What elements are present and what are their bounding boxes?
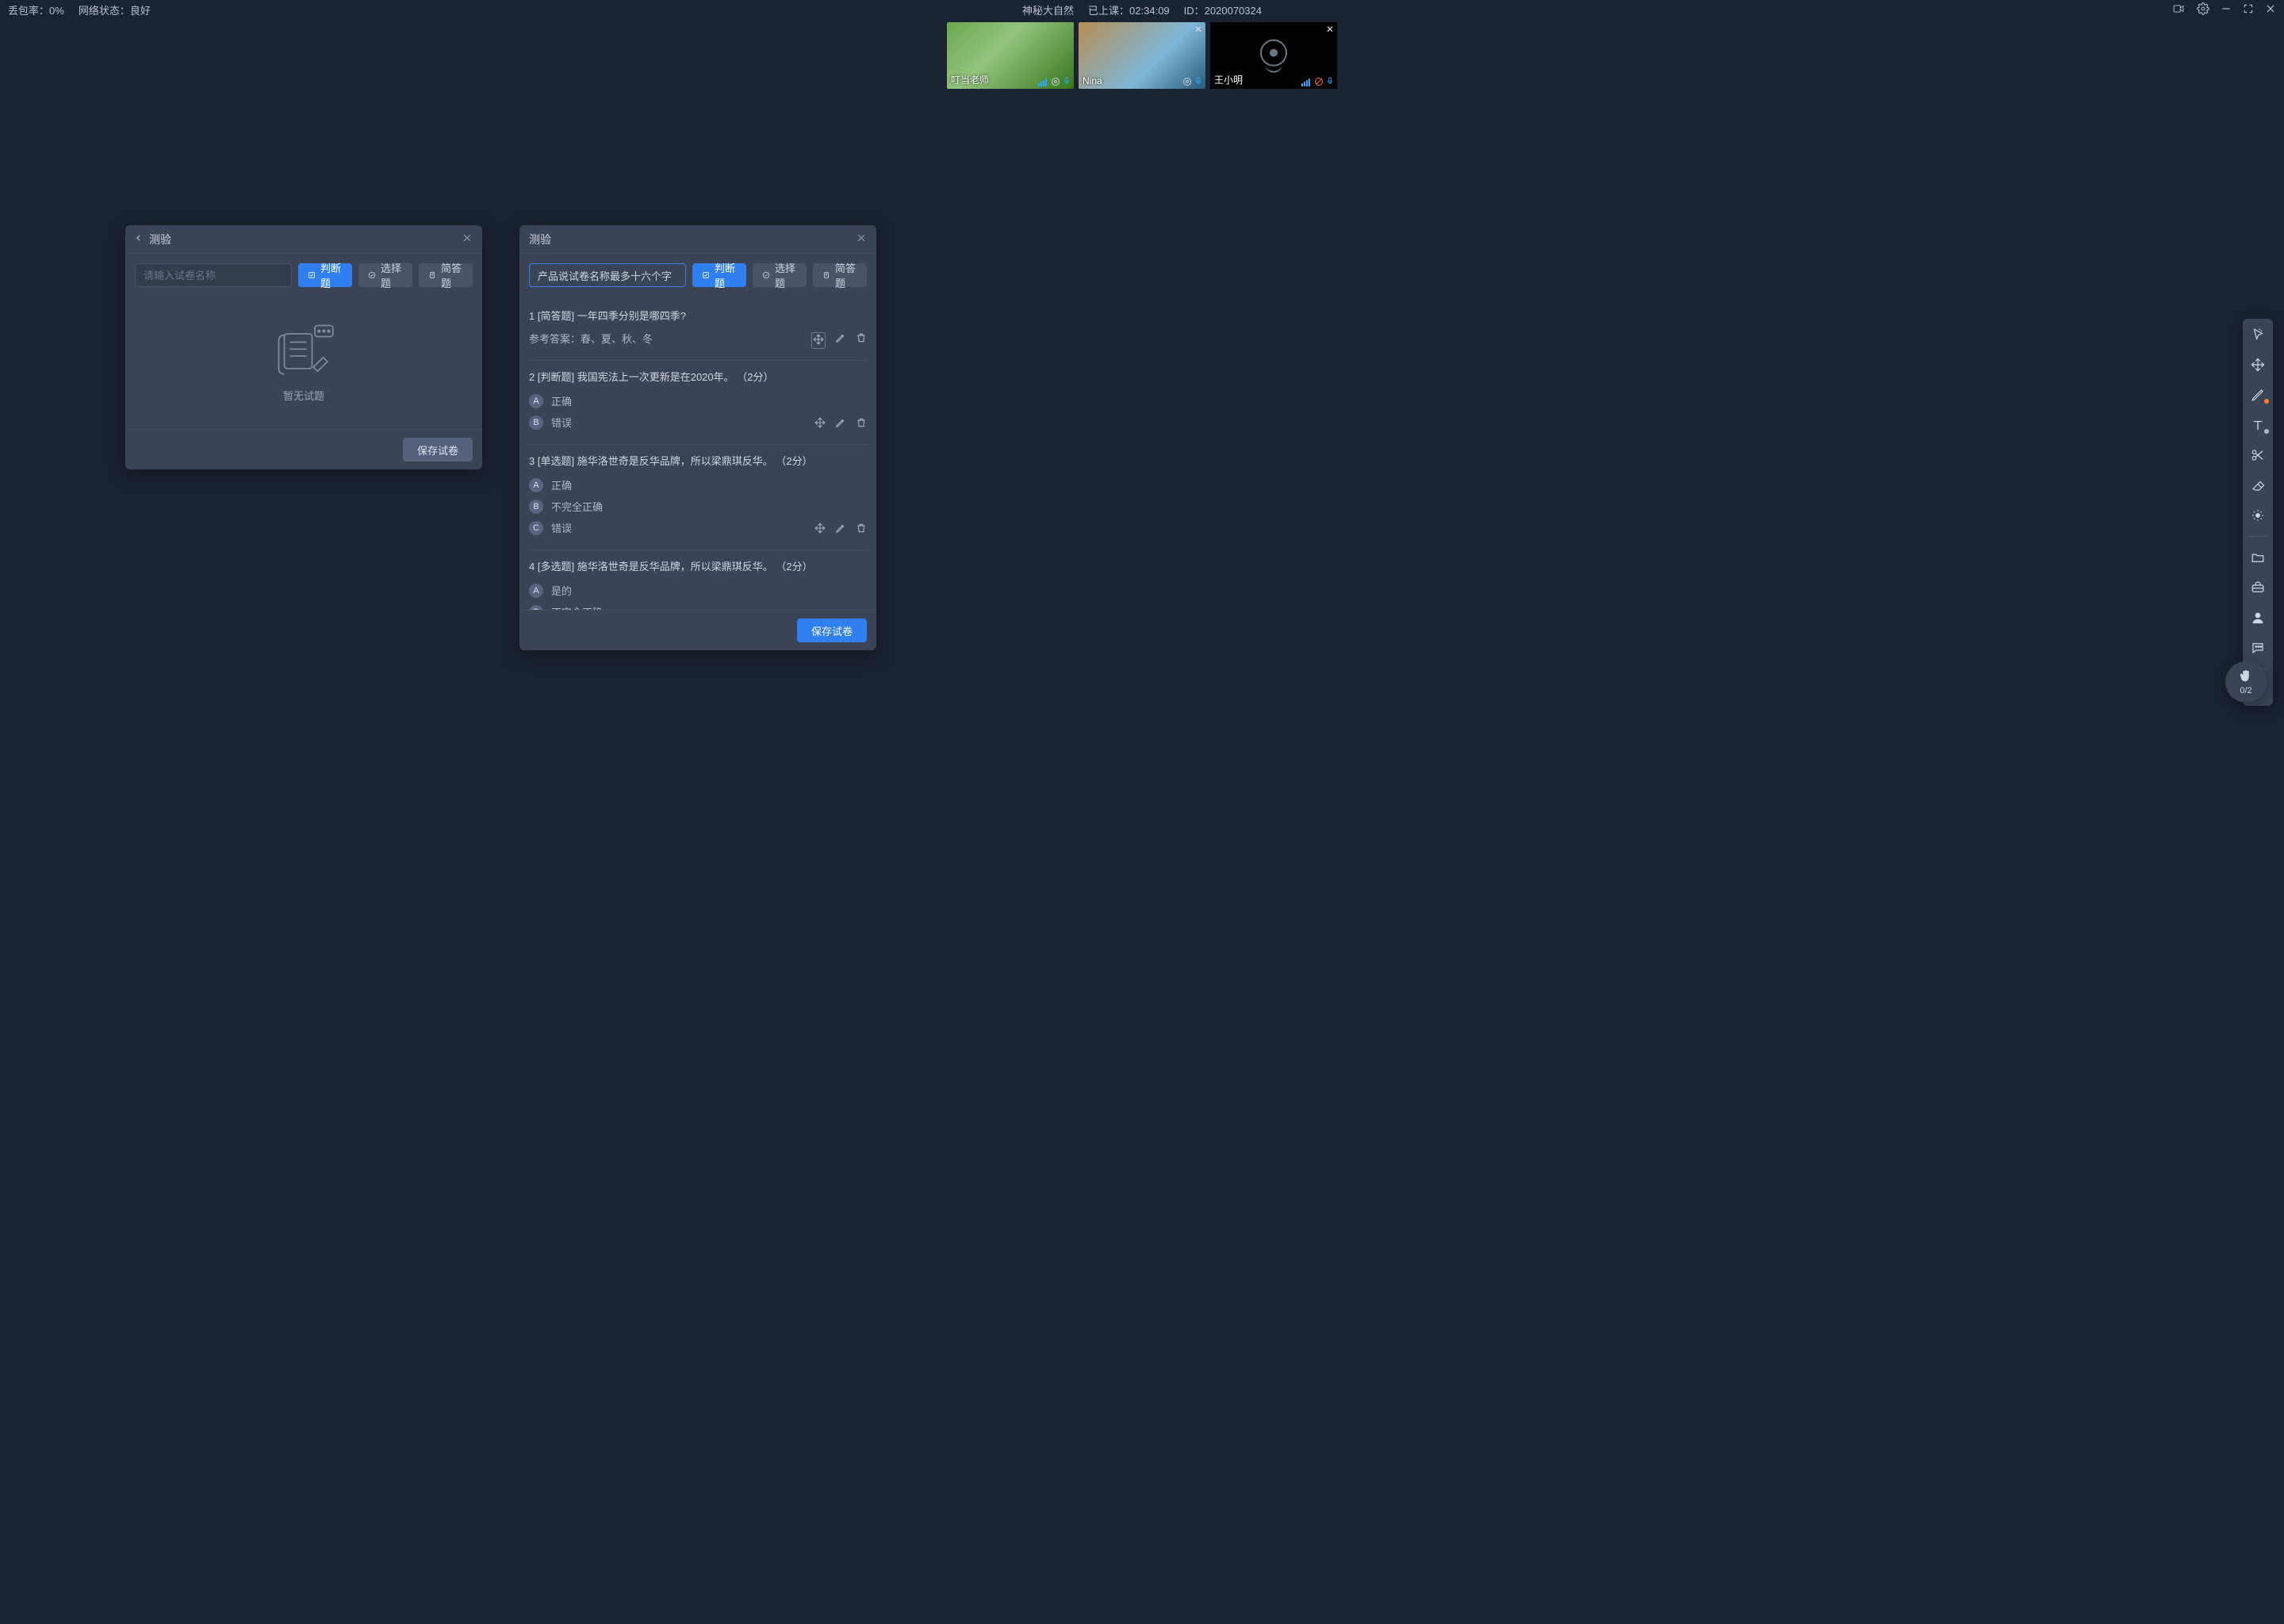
delete-icon[interactable] [856, 523, 867, 536]
elapsed-time: 已上课：02:34:09 [1088, 2, 1170, 17]
participant-name: Nina [1083, 75, 1102, 86]
video-tile[interactable]: ✕ Nina [1079, 22, 1205, 89]
move-icon[interactable] [811, 332, 826, 349]
move-icon[interactable] [814, 417, 826, 431]
brightness-icon[interactable] [2248, 506, 2267, 525]
network-status: 网络状态：良好 [79, 2, 151, 17]
quiz-panel-empty: 测验 判断题 选择题 简答题 [125, 225, 482, 469]
main-area: 测验 判断题 选择题 简答题 [0, 90, 2284, 1624]
tab-choice[interactable]: 选择题 [358, 263, 412, 287]
question-option[interactable]: A正确 [529, 474, 867, 496]
back-icon[interactable] [135, 232, 143, 246]
question-option[interactable]: C错误 [529, 517, 814, 538]
empty-state: 暂无试题 [125, 297, 482, 429]
right-toolbar [2243, 319, 2273, 706]
question-item: 4 [多选题] 施华洛世奇是反华品牌，所以梁鼎琪反华。 （2分） A是的 B不完… [529, 550, 867, 610]
question-item: 3 [单选题] 施华洛世奇是反华品牌，所以梁鼎琪反华。 （2分） A正确 B不完… [529, 445, 867, 550]
close-window-icon[interactable] [2265, 3, 2276, 17]
tab-short[interactable]: 简答题 [419, 263, 473, 287]
close-panel-icon[interactable] [856, 232, 867, 246]
hand-raise-count: 0/2 [2240, 686, 2251, 695]
participant-name: 王小明 [1214, 73, 1243, 86]
session-id: ID：2020070324 [1184, 2, 1262, 17]
mic-icon [1194, 75, 1202, 86]
camera-off-small-icon [1314, 77, 1324, 86]
hand-raise-button[interactable]: 0/2 [2225, 661, 2267, 703]
minimize-icon[interactable] [2221, 3, 2232, 17]
camera-toggle-icon[interactable] [2171, 3, 2186, 17]
move-tool-icon[interactable] [2248, 355, 2267, 374]
close-panel-icon[interactable] [462, 232, 473, 246]
chat-icon[interactable] [2248, 638, 2267, 657]
camera-icon [1051, 77, 1060, 86]
mic-icon [1326, 75, 1334, 86]
question-option[interactable]: A正确 [529, 390, 867, 412]
empty-text: 暂无试题 [283, 388, 324, 403]
question-item: 1 [简答题] 一年四季分别是哪四季? 参考答案：春、夏、秋、冬 [529, 300, 867, 361]
delete-icon[interactable] [856, 417, 867, 431]
folder-icon[interactable] [2248, 548, 2267, 567]
tab-choice[interactable]: 选择题 [753, 263, 807, 287]
mic-icon [1063, 75, 1071, 86]
fullscreen-icon[interactable] [2243, 3, 2254, 17]
settings-icon[interactable] [2197, 2, 2209, 17]
quiz-name-input[interactable] [529, 263, 686, 287]
question-option[interactable]: B错误 [529, 412, 814, 433]
move-icon[interactable] [814, 523, 826, 536]
edit-icon[interactable] [835, 332, 846, 349]
question-list[interactable]: 1 [简答题] 一年四季分别是哪四季? 参考答案：春、夏、秋、冬 [519, 297, 876, 610]
video-tile[interactable]: 叮当老师 [947, 22, 1074, 89]
delete-icon[interactable] [856, 332, 867, 349]
camera-off-icon [1260, 40, 1287, 67]
toolbox-icon[interactable] [2248, 578, 2267, 597]
panel-title: 测验 [529, 232, 856, 247]
camera-icon [1182, 77, 1192, 86]
video-tiles: 叮当老师 ✕ Nina ✕ 王小明 [0, 19, 2284, 90]
save-quiz-button[interactable]: 保存试卷 [797, 619, 867, 642]
eraser-tool-icon[interactable] [2248, 476, 2267, 495]
toolbar-separator [2248, 536, 2267, 537]
text-tool-icon[interactable] [2248, 416, 2267, 435]
packet-loss: 丢包率：0% [8, 2, 64, 17]
pen-tool-icon[interactable] [2248, 385, 2267, 404]
close-icon[interactable]: ✕ [1194, 24, 1202, 35]
course-title: 神秘大自然 [1022, 2, 1074, 17]
tab-judge[interactable]: 判断题 [692, 263, 746, 287]
pointer-tool-icon[interactable] [2248, 325, 2267, 344]
tab-short[interactable]: 简答题 [813, 263, 867, 287]
question-option[interactable]: B不完全正确 [529, 496, 867, 517]
participant-name: 叮当老师 [951, 73, 989, 86]
signal-bars-icon [1038, 79, 1047, 86]
scissors-icon[interactable] [2248, 446, 2267, 465]
save-quiz-button[interactable]: 保存试卷 [403, 438, 473, 462]
topbar: 丢包率：0% 网络状态：良好 神秘大自然 已上课：02:34:09 ID：202… [0, 0, 2284, 19]
quiz-name-input[interactable] [135, 263, 292, 287]
tab-judge[interactable]: 判断题 [298, 263, 352, 287]
edit-icon[interactable] [835, 417, 846, 431]
signal-bars-icon [1301, 79, 1310, 86]
question-option[interactable]: B不完全正确 [529, 601, 867, 610]
edit-icon[interactable] [835, 523, 846, 536]
close-icon[interactable]: ✕ [1326, 24, 1334, 35]
quiz-panel-filled: 测验 判断题 选择题 简答题 [519, 225, 876, 650]
question-item: 2 [判断题] 我国宪法上一次更新是在2020年。 （2分） A正确 B错误 [529, 361, 867, 445]
question-option[interactable]: A是的 [529, 580, 867, 601]
panel-title: 测验 [149, 232, 462, 247]
video-tile[interactable]: ✕ 王小明 [1210, 22, 1337, 89]
user-icon[interactable] [2248, 608, 2267, 627]
